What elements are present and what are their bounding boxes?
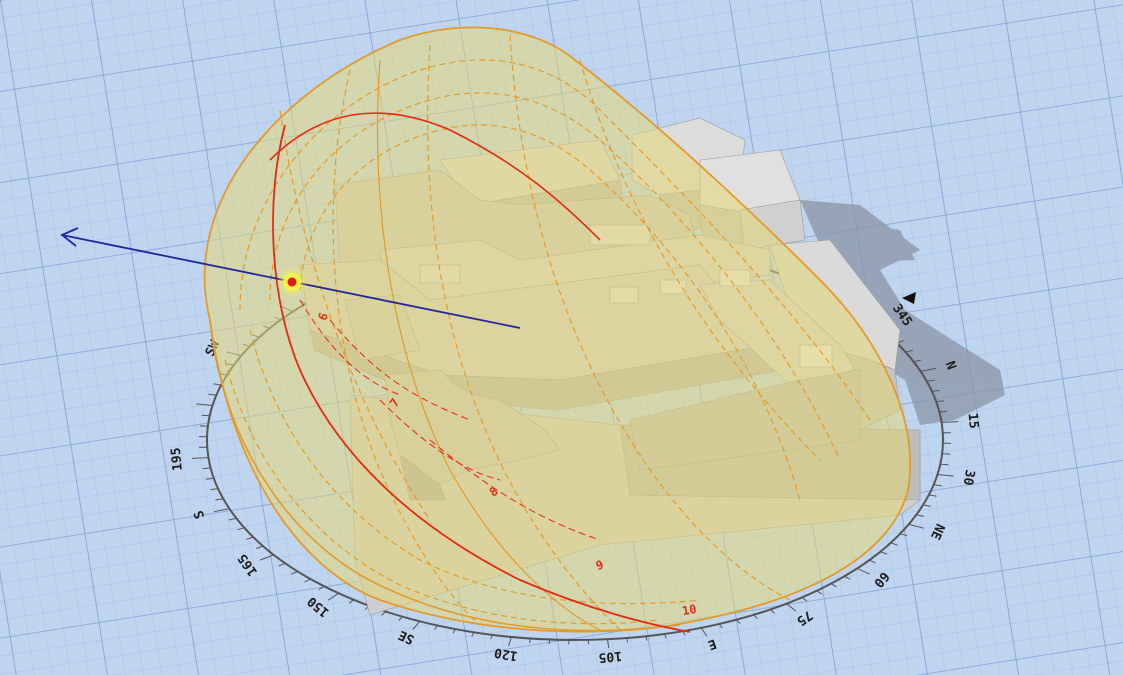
compass-tick — [201, 414, 210, 417]
compass-label: 195 — [169, 447, 186, 472]
compass-tick — [548, 639, 551, 644]
compass-tick — [202, 467, 211, 470]
compass-label: 15 — [965, 412, 981, 429]
sun-position-marker[interactable] — [276, 266, 308, 298]
compass-label: 105 — [598, 648, 623, 665]
sun-path-scene[interactable]: N1530NE6075E105120SE150165S345SW195 6789… — [0, 0, 1123, 675]
hour-label: 10 — [681, 602, 698, 618]
compass-tick — [940, 463, 949, 466]
compass-tick — [939, 410, 948, 413]
compass-label: 30 — [960, 468, 977, 486]
